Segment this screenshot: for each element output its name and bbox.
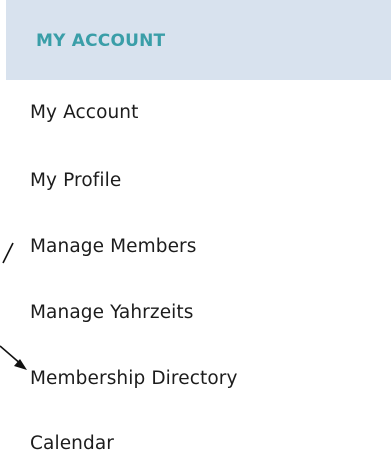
- account-menu-page: MY ACCOUNT My Account My Profile Manage …: [0, 0, 391, 464]
- annotation-arrow-head: [14, 359, 27, 370]
- menu-item-manage-yahrzeits[interactable]: Manage Yahrzeits: [30, 302, 194, 323]
- annotation-arrow-shaft: [0, 345, 23, 366]
- menu-item-membership-directory[interactable]: Membership Directory: [30, 368, 238, 389]
- annotation-arrow-stub: [2, 242, 14, 264]
- menu-section-title: MY ACCOUNT: [36, 31, 166, 51]
- menu-section-header: MY ACCOUNT: [6, 0, 391, 80]
- menu-item-my-profile[interactable]: My Profile: [30, 170, 121, 191]
- menu-item-calendar[interactable]: Calendar: [30, 433, 114, 454]
- menu-item-my-account[interactable]: My Account: [30, 102, 139, 123]
- menu-item-manage-members[interactable]: Manage Members: [30, 236, 197, 257]
